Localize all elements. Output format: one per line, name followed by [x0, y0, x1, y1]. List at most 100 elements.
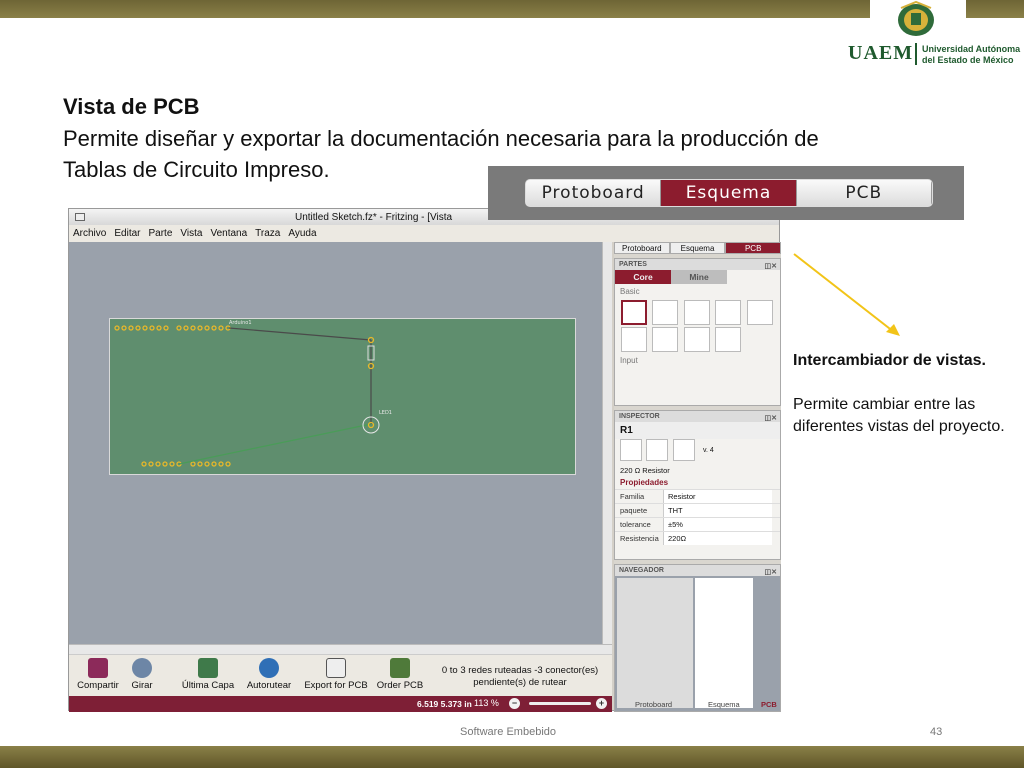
- property-row: Familia Resistor: [615, 489, 780, 503]
- rotate-button[interactable]: Girar: [127, 658, 157, 691]
- inspector-header: INSPECTOR ◫✕: [615, 411, 780, 422]
- properties-header: Propiedades: [620, 478, 669, 487]
- cursor-coordinates: 6.519 5.373 in: [417, 699, 472, 709]
- menu-editar[interactable]: Editar: [114, 228, 140, 239]
- property-value[interactable]: 220Ω: [663, 532, 772, 545]
- zoom-slider[interactable]: [529, 702, 591, 705]
- parts-section-basic: Basic: [620, 287, 640, 296]
- university-name: Universidad Autónoma del Estado de Méxic…: [922, 44, 1020, 66]
- inspector-panel: INSPECTOR ◫✕ R1 v. 4 220 Ω Resistor Prop…: [614, 410, 781, 560]
- view-switcher-strip: Protoboard Esquema PCB: [525, 179, 933, 207]
- parts-panel: PARTES ◫✕ Core Mine Basic Input: [614, 258, 781, 406]
- autoroute-icon: [259, 658, 279, 678]
- canvas-vertical-scrollbar[interactable]: [602, 242, 612, 644]
- parts-tab-core[interactable]: Core: [615, 270, 671, 284]
- order-pcb-icon: [390, 658, 410, 678]
- navigator-thumbnails[interactable]: Protoboard Esquema PCB: [615, 576, 780, 711]
- ceramic-capacitor-part-icon[interactable]: [683, 300, 710, 325]
- menu-ayuda[interactable]: Ayuda: [288, 228, 316, 239]
- dock-tab-protoboard[interactable]: Protoboard: [614, 242, 670, 254]
- inspector-part-title: R1: [615, 422, 780, 439]
- navigator-header: NAVEGADOR ◫✕: [615, 565, 780, 576]
- view-tab-esquema[interactable]: Esquema: [661, 180, 797, 206]
- right-dock: Protoboard Esquema PCB PARTES ◫✕ Core Mi…: [614, 242, 782, 712]
- zoom-in-button[interactable]: +: [596, 698, 607, 709]
- dock-view-tabs: Protoboard Esquema PCB: [614, 242, 782, 254]
- menu-parte[interactable]: Parte: [148, 228, 172, 239]
- property-key: Familia: [620, 492, 645, 501]
- navigator-protoboard-thumb[interactable]: [617, 578, 693, 708]
- property-key: tolerance: [620, 520, 651, 529]
- rotate-label: Girar: [131, 680, 153, 691]
- last-layer-button[interactable]: Última Capa: [179, 658, 237, 691]
- menu-vista[interactable]: Vista: [180, 228, 202, 239]
- fritzing-window: Untitled Sketch.fz* - Fritzing - [Vista …: [68, 208, 782, 712]
- menu-traza[interactable]: Traza: [255, 228, 280, 239]
- property-value[interactable]: ±5%: [663, 518, 772, 531]
- navigator-esquema-thumb[interactable]: [695, 578, 753, 708]
- export-pcb-button[interactable]: Export for PCB: [301, 658, 371, 691]
- parts-grid: [615, 299, 780, 353]
- arduino-header-top: [114, 325, 231, 331]
- dock-tab-esquema[interactable]: Esquema: [669, 242, 726, 254]
- parts-header-label: PARTES: [619, 261, 647, 268]
- trace-line: [178, 423, 372, 465]
- schematic-preview-icon: [646, 439, 669, 461]
- annotation-arrow-icon: [793, 253, 900, 336]
- navigator-panel: NAVEGADOR ◫✕ Protoboard Esquema PCB: [614, 564, 781, 712]
- navigator-label-pcb: PCB: [761, 700, 777, 709]
- capacitor-part-icon[interactable]: [652, 300, 679, 325]
- zoom-out-button[interactable]: −: [509, 698, 520, 709]
- resistor-part-icon[interactable]: [621, 300, 647, 325]
- university-line-1: Universidad Autónoma: [922, 44, 1021, 54]
- menu-ventana[interactable]: Ventana: [210, 228, 247, 239]
- uaem-logo: UAEM: [848, 42, 914, 64]
- part-version: v. 4: [703, 447, 714, 454]
- mystery-part-icon[interactable]: [715, 327, 742, 352]
- order-pcb-label: Order PCB: [376, 680, 424, 691]
- menu-bar: Archivo Editar Parte Vista Ventana Traza…: [69, 225, 779, 242]
- parts-section-input: Input: [620, 356, 638, 365]
- property-value[interactable]: THT: [663, 504, 772, 517]
- bottom-toolbar: Compartir Girar Última Capa Autorutear E…: [69, 654, 612, 696]
- property-value[interactable]: Resistor: [663, 490, 772, 503]
- property-key: paquete: [620, 506, 648, 515]
- property-row: Resistencia 220Ω: [615, 531, 780, 545]
- breadboard-preview-icon: [620, 439, 642, 461]
- annotation-title: Intercambiador de vistas.: [793, 352, 986, 369]
- arduino-label: Arduino1: [229, 320, 252, 326]
- dock-tab-pcb[interactable]: PCB: [725, 242, 782, 254]
- ic-part-icon[interactable]: [683, 327, 710, 352]
- inductor-part-icon[interactable]: [746, 300, 773, 325]
- autoroute-button[interactable]: Autorutear: [243, 658, 295, 691]
- panel-close-icon[interactable]: ◫✕: [765, 413, 777, 424]
- navigator-header-label: NAVEGADOR: [619, 567, 664, 574]
- order-pcb-button[interactable]: Order PCB: [374, 658, 426, 691]
- canvas-horizontal-scrollbar[interactable]: [69, 644, 612, 654]
- window-menu-icon[interactable]: [75, 213, 85, 221]
- slide-title: Vista de PCB: [63, 94, 200, 119]
- view-tab-protoboard[interactable]: Protoboard: [526, 180, 662, 206]
- slide-page-number: 43: [930, 726, 943, 738]
- pcb-traces: Arduino1 LED1: [114, 320, 392, 467]
- view-tab-pcb[interactable]: PCB: [796, 180, 932, 206]
- panel-close-icon[interactable]: ◫✕: [765, 261, 777, 272]
- share-button[interactable]: Compartir: [73, 658, 123, 691]
- part-description: 220 Ω Resistor: [620, 466, 670, 475]
- status-bar: 6.519 5.373 in 113 % − +: [69, 696, 612, 712]
- share-icon: [88, 658, 108, 678]
- diode-part-icon[interactable]: [621, 327, 647, 352]
- share-label: Compartir: [77, 680, 119, 691]
- zoom-level: 113 %: [474, 698, 499, 708]
- inspector-header-label: INSPECTOR: [619, 413, 660, 420]
- routing-status: 0 to 3 redes ruteadas -3 conector(es) pe…: [441, 665, 599, 688]
- parts-header: PARTES ◫✕: [615, 259, 780, 270]
- parts-tab-mine[interactable]: Mine: [671, 270, 727, 284]
- pcb-canvas[interactable]: Arduino1 LED1: [69, 242, 602, 644]
- layer-icon: [198, 658, 218, 678]
- transistor-part-icon[interactable]: [652, 327, 679, 352]
- export-icon: [326, 658, 346, 678]
- electrolytic-capacitor-part-icon[interactable]: [715, 300, 742, 325]
- menu-archivo[interactable]: Archivo: [73, 228, 106, 239]
- property-row: paquete THT: [615, 503, 780, 517]
